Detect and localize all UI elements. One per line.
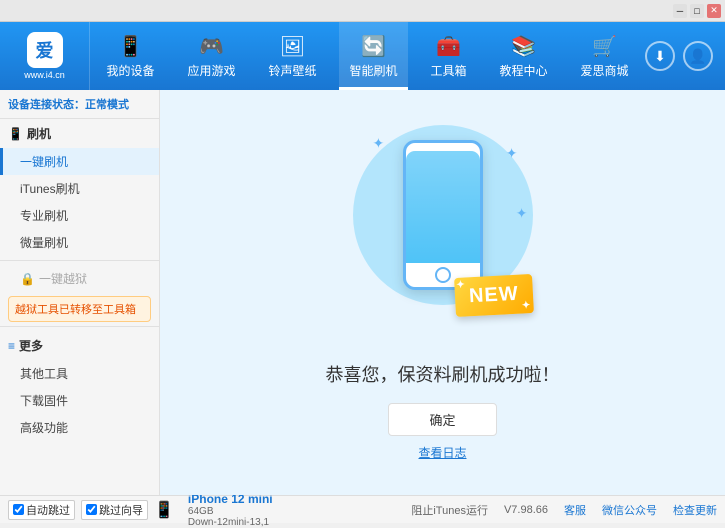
confirm-button[interactable]: 确定: [388, 403, 496, 436]
phone-screen: [406, 151, 480, 263]
tutorial-icon: 📚: [511, 34, 536, 59]
auto-skip-label: 自动跳过: [26, 502, 70, 518]
logo-text: www.i4.cn: [24, 70, 65, 80]
top-nav: 爱 www.i4.cn 📱 我的设备 🎮 应用游戏 🖼 铃声壁纸 🔄 智能刷机 …: [0, 22, 725, 90]
divider-1: [0, 260, 159, 261]
sidebar-item-download-firmware[interactable]: 下载固件: [0, 387, 159, 414]
nav-label-apps: 应用游戏: [187, 62, 235, 79]
sidebar: 设备连接状态：正常模式 📱 刷机 一键刷机 iTunes刷机 专业刷机 微量刷机…: [0, 90, 160, 495]
main-content: 设备连接状态：正常模式 📱 刷机 一键刷机 iTunes刷机 专业刷机 微量刷机…: [0, 90, 725, 495]
lock-icon: 🔒: [20, 272, 35, 286]
sidebar-item-itunes-flash[interactable]: iTunes刷机: [0, 175, 159, 202]
new-badge: NEW: [454, 273, 534, 316]
sidebar-item-micro-flash[interactable]: 微量刷机: [0, 229, 159, 256]
section-header-flash: 📱 刷机: [0, 119, 159, 148]
sparkle-3: ✦: [516, 205, 528, 222]
phone-illustration: ✦ ✦ ✦ NEW: [343, 125, 543, 345]
update-link[interactable]: 检查更新: [673, 502, 717, 518]
wechat-link[interactable]: 微信公众号: [602, 502, 657, 518]
device-model: Down-12mini-13,1: [188, 517, 273, 528]
download-icon[interactable]: ⬇: [645, 41, 675, 71]
minimize-button[interactable]: ─: [673, 4, 687, 18]
sparkle-1: ✦: [373, 135, 385, 152]
retry-link[interactable]: 查看日志: [418, 444, 466, 461]
nav-label-mall: 爱思商城: [580, 62, 628, 79]
skip-wizard-checkbox[interactable]: 跳过向导: [81, 500, 148, 520]
nav-items: 📱 我的设备 🎮 应用游戏 🖼 铃声壁纸 🔄 智能刷机 🧰 工具箱 📚 教程中心…: [90, 22, 645, 90]
sidebar-item-other-tools[interactable]: 其他工具: [0, 360, 159, 387]
sidebar-item-advanced[interactable]: 高级功能: [0, 414, 159, 441]
success-message: 恭喜您，保资料刷机成功啦！: [326, 361, 560, 387]
skip-wizard-input[interactable]: [86, 504, 97, 515]
bottom-bar: 自动跳过 跳过向导 📱 iPhone 12 mini 64GB Down-12m…: [0, 495, 725, 523]
divider-2: [0, 326, 159, 327]
nav-label-smart-flash: 智能刷机: [349, 62, 397, 79]
status-right: 阻止iTunes运行 V7.98.66 客服 微信公众号 检查更新: [411, 502, 717, 518]
device-storage: 64GB: [188, 506, 273, 517]
nav-item-tools[interactable]: 🧰 工具箱: [420, 22, 476, 90]
content-area: ✦ ✦ ✦ NEW 恭喜您，保资料刷机成功啦！ 确定 查看日志: [160, 90, 725, 495]
nav-item-wallpaper[interactable]: 🖼 铃声壁纸: [258, 22, 326, 90]
nav-label-my-device: 我的设备: [106, 62, 154, 79]
phone-home-button: [435, 267, 451, 283]
logo-icon: 爱: [27, 32, 63, 68]
sidebar-item-pro-flash[interactable]: 专业刷机: [0, 202, 159, 229]
title-bar: ─ □ ✕: [0, 0, 725, 22]
nav-item-smart-flash[interactable]: 🔄 智能刷机: [339, 22, 407, 90]
device-icon: 📱: [118, 34, 143, 59]
user-icon[interactable]: 👤: [683, 41, 713, 71]
support-link[interactable]: 客服: [564, 502, 586, 518]
flash-header-icon: 📱: [8, 127, 23, 141]
apps-icon: 🎮: [199, 34, 224, 59]
nav-label-tutorial: 教程中心: [499, 62, 547, 79]
more-header-icon: ≡: [8, 339, 15, 353]
logo[interactable]: 爱 www.i4.cn: [0, 22, 90, 90]
device-info: iPhone 12 mini 64GB Down-12mini-13,1: [188, 492, 273, 528]
sidebar-item-jailbreak: 🔒 一键越狱: [0, 265, 159, 292]
phone-shape: [403, 140, 483, 290]
nav-item-my-device[interactable]: 📱 我的设备: [96, 22, 164, 90]
itunes-status: 阻止iTunes运行: [411, 502, 488, 518]
nav-item-tutorial[interactable]: 📚 教程中心: [489, 22, 557, 90]
version-label: V7.98.66: [504, 504, 548, 516]
maximize-button[interactable]: □: [690, 4, 704, 18]
phone-small-icon: 📱: [154, 500, 174, 520]
nav-item-mall[interactable]: 🛒 爱思商城: [570, 22, 638, 90]
nav-right: ⬇ 👤: [645, 41, 725, 71]
sparkle-2: ✦: [506, 145, 518, 162]
auto-skip-input[interactable]: [13, 504, 24, 515]
tools-icon: 🧰: [436, 34, 461, 59]
sidebar-item-one-click-flash[interactable]: 一键刷机: [0, 148, 159, 175]
auto-skip-checkbox[interactable]: 自动跳过: [8, 500, 75, 520]
connection-status: 设备连接状态：正常模式: [0, 90, 159, 119]
skip-wizard-label: 跳过向导: [99, 502, 143, 518]
nav-item-apps[interactable]: 🎮 应用游戏: [177, 22, 245, 90]
device-section: 自动跳过 跳过向导 📱 iPhone 12 mini 64GB Down-12m…: [8, 492, 273, 528]
jailbreak-notice: 越狱工具已转移至工具箱: [8, 296, 151, 322]
nav-label-wallpaper: 铃声壁纸: [268, 62, 316, 79]
section-header-more: ≡ 更多: [0, 331, 159, 360]
wallpaper-icon: 🖼: [280, 34, 305, 59]
mall-icon: 🛒: [592, 34, 617, 59]
close-button[interactable]: ✕: [707, 4, 721, 18]
smart-flash-icon: 🔄: [361, 34, 386, 59]
nav-label-tools: 工具箱: [430, 62, 466, 79]
